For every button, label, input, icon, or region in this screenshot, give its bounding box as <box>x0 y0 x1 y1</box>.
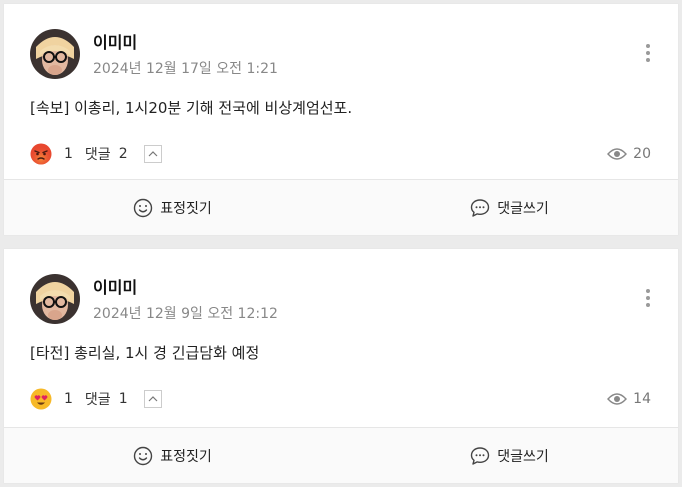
collapse-comments-button[interactable] <box>143 390 162 408</box>
view-count-value: 20 <box>633 146 651 162</box>
comment-count[interactable]: 2 <box>119 146 128 162</box>
write-comment-button[interactable]: 댓글쓰기 <box>341 180 678 235</box>
reaction-count[interactable]: 1 <box>64 146 73 162</box>
eye-icon <box>607 148 628 160</box>
react-button-label: 표정짓기 <box>160 448 212 465</box>
post-stats: 1 댓글 2 <box>30 143 162 165</box>
post-author[interactable]: 이미미 <box>93 279 137 297</box>
post-stats: 1 댓글 1 <box>30 388 162 410</box>
view-count: 20 <box>607 144 651 164</box>
view-count: 14 <box>607 389 651 409</box>
eye-icon <box>607 393 628 405</box>
post-card: 이미미 2024년 12월 17일 오전 1:21 [속보] 이총리, 1시20… <box>4 4 678 235</box>
post-author[interactable]: 이미미 <box>93 34 137 52</box>
write-comment-label: 댓글쓰기 <box>497 448 549 465</box>
post-text: [속보] 이총리, 1시20분 기해 전국에 비상계엄선포. <box>30 99 353 117</box>
post-actions: 표정짓기 댓글쓰기 <box>4 427 678 483</box>
react-button[interactable]: 표정짓기 <box>4 428 341 483</box>
view-count-value: 14 <box>633 391 651 407</box>
smiley-icon <box>134 446 153 465</box>
post-date: 2024년 12월 9일 오전 12:12 <box>93 306 278 322</box>
reaction-count[interactable]: 1 <box>64 391 73 407</box>
smiley-icon <box>134 198 153 217</box>
post-actions: 표정짓기 댓글쓰기 <box>4 179 678 235</box>
collapse-comments-button[interactable] <box>143 145 162 163</box>
post-feed: 이미미 2024년 12월 17일 오전 1:21 [속보] 이총리, 1시20… <box>0 0 682 487</box>
post-card: 이미미 2024년 12월 9일 오전 12:12 [타전] 총리실, 1시 경… <box>4 249 678 483</box>
avatar[interactable] <box>30 274 80 324</box>
speech-bubble-icon <box>471 198 490 217</box>
angry-face-icon[interactable] <box>30 143 52 165</box>
post-date: 2024년 12월 17일 오전 1:21 <box>93 61 278 77</box>
more-options-icon[interactable] <box>644 44 652 64</box>
chevron-up-icon <box>148 151 158 157</box>
comment-label[interactable]: 댓글 <box>85 144 111 164</box>
speech-bubble-icon <box>471 446 490 465</box>
react-button-label: 표정짓기 <box>160 200 212 217</box>
write-comment-label: 댓글쓰기 <box>497 200 549 217</box>
post-text: [타전] 총리실, 1시 경 긴급담화 예정 <box>30 344 260 362</box>
comment-count[interactable]: 1 <box>119 391 128 407</box>
comment-label[interactable]: 댓글 <box>85 389 111 409</box>
write-comment-button[interactable]: 댓글쓰기 <box>341 428 678 483</box>
heart-eyes-face-icon[interactable] <box>30 388 52 410</box>
chevron-up-icon <box>148 396 158 402</box>
avatar[interactable] <box>30 29 80 79</box>
more-options-icon[interactable] <box>644 289 652 309</box>
react-button[interactable]: 표정짓기 <box>4 180 341 235</box>
